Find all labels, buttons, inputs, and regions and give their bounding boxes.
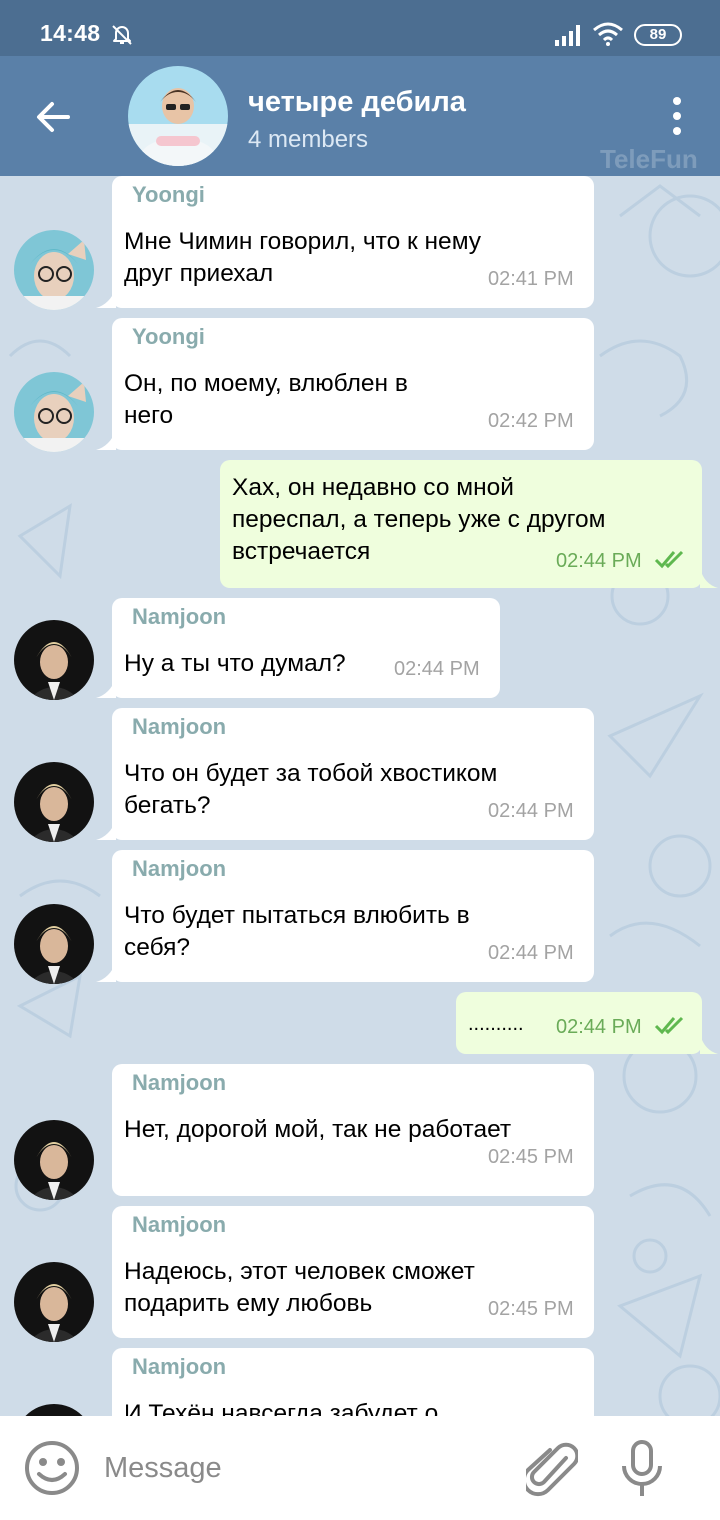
chat-header: четыре дебила 4 members TeleFun	[0, 56, 720, 176]
message-text: ..........	[468, 1013, 524, 1035]
message-bubble[interactable]: Namjoon И Техён навсегда забудет о	[112, 1348, 594, 1416]
message-text: Нет, дорогой мой, так не работает	[124, 1116, 512, 1143]
message-time: 02:44 PM	[488, 800, 574, 822]
message-bubble[interactable]: Namjoon Ну а ты что думал? 02:44 PM	[112, 598, 500, 698]
message-time: 02:45 PM	[488, 1298, 574, 1320]
message-time: 02:45 PM	[488, 1146, 574, 1168]
battery-icon: 89	[634, 24, 682, 46]
double-check-icon	[654, 550, 684, 569]
chat-title: четыре дебила	[248, 86, 466, 118]
message-text: Надеюсь, этот человек сможет подарить ем…	[124, 1258, 475, 1317]
message-time: 02:42 PM	[488, 410, 574, 432]
message-text: Ну а ты что думал?	[124, 650, 346, 677]
signal-icon	[555, 25, 580, 46]
message-bubble[interactable]: Namjoon Нет, дорогой мой, так не работае…	[112, 1064, 594, 1196]
microphone-icon[interactable]	[620, 1440, 664, 1498]
message-input[interactable]: Message	[104, 1452, 222, 1485]
message-sender[interactable]: Namjoon	[132, 856, 226, 882]
status-time: 14:48	[40, 20, 101, 46]
status-bar: 14:48 89	[0, 0, 720, 56]
message-bubble-outgoing[interactable]: Хах, он недавно со мной переспал, а тепе…	[220, 460, 702, 588]
message-text: Что он будет за тобой хвостиком бегать?	[124, 760, 498, 819]
group-avatar[interactable]	[128, 66, 228, 166]
message-bubble[interactable]: Namjoon Что он будет за тобой хвостиком …	[112, 708, 594, 840]
avatar-namjoon[interactable]	[14, 1262, 94, 1342]
message-bubble-outgoing[interactable]: .......... 02:44 PM	[456, 992, 702, 1054]
message-time: 02:41 PM	[488, 268, 574, 290]
message-sender[interactable]: Namjoon	[132, 604, 226, 630]
message-text: И Техён навсегда забудет о	[124, 1400, 439, 1416]
arrow-left-icon[interactable]	[30, 94, 76, 140]
message-time: 02:44 PM	[488, 942, 574, 964]
message-time: 02:44 PM	[556, 550, 642, 572]
wifi-icon	[593, 22, 623, 46]
message-sender[interactable]: Yoongi	[132, 324, 205, 350]
avatar-namjoon[interactable]	[14, 762, 94, 842]
message-text: Мне Чимин говорил, что к нему друг приех…	[124, 228, 482, 287]
avatar-yoongi[interactable]	[14, 230, 94, 310]
bubble-tail	[700, 568, 718, 588]
message-text: Он, по моему, влюблен в него	[124, 370, 408, 429]
message-sender[interactable]: Namjoon	[132, 1212, 226, 1238]
paperclip-icon[interactable]	[526, 1440, 578, 1498]
message-sender[interactable]: Yoongi	[132, 182, 205, 208]
watermark: TeleFun	[600, 144, 698, 174]
message-bubble[interactable]: Namjoon Что будет пытаться влюбить в себ…	[112, 850, 594, 982]
message-sender[interactable]: Namjoon	[132, 1354, 226, 1380]
message-sender[interactable]: Namjoon	[132, 1070, 226, 1096]
avatar-namjoon[interactable]	[14, 1120, 94, 1200]
bubble-tail	[700, 1034, 718, 1054]
message-input-bar: Message	[0, 1416, 720, 1520]
chat-area[interactable]: Yoongi Мне Чимин говорил, что к нему дру…	[0, 176, 720, 1416]
avatar-yoongi[interactable]	[14, 372, 94, 452]
double-check-icon	[654, 1016, 684, 1035]
more-vertical-icon[interactable]	[660, 92, 694, 140]
message-text: Что будет пытаться влюбить в себя?	[124, 902, 470, 961]
message-sender[interactable]: Namjoon	[132, 714, 226, 740]
bell-off-icon	[112, 25, 132, 45]
message-bubble[interactable]: Yoongi Он, по моему, влюблен в него 02:4…	[112, 318, 594, 450]
avatar-namjoon[interactable]	[14, 904, 94, 984]
message-bubble[interactable]: Yoongi Мне Чимин говорил, что к нему дру…	[112, 176, 594, 308]
avatar-namjoon[interactable]	[14, 620, 94, 700]
emoji-icon[interactable]	[24, 1440, 80, 1496]
chat-subtitle: 4 members	[248, 126, 369, 153]
message-bubble[interactable]: Namjoon Надеюсь, этот человек сможет под…	[112, 1206, 594, 1338]
message-time: 02:44 PM	[556, 1016, 642, 1038]
message-time: 02:44 PM	[394, 658, 480, 680]
message-text: Хах, он недавно со мной переспал, а тепе…	[232, 474, 606, 565]
